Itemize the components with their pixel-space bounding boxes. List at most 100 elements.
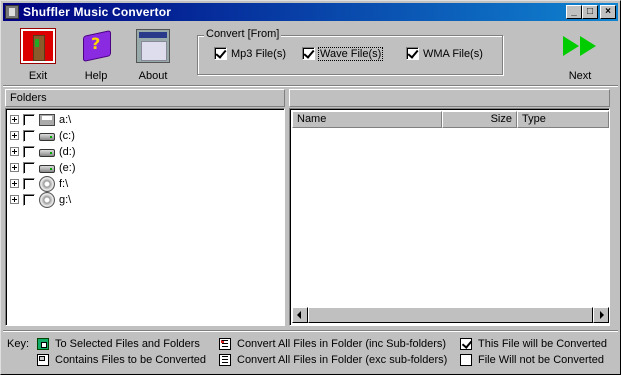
drive-label: g:\ [59,193,72,206]
key-will-not: File Will not be Converted [460,354,604,366]
cd-icon [39,175,55,192]
folders-header: Folders [5,89,285,107]
close-button[interactable]: × [600,5,616,19]
horizontal-scrollbar[interactable] [292,307,609,323]
inc-subfolders-icon [219,338,231,350]
key-selected-label: To Selected Files and Folders [55,338,200,350]
next-label: Next [568,70,592,82]
mp3-label: Mp3 File(s) [231,47,287,60]
drive-label: a:\ [59,113,72,126]
exc-subfolders-icon [219,354,231,366]
minimize-icon: _ [571,6,577,17]
help-label: Help [84,70,108,82]
app-window: Shuffler Music Convertor _ □ × Exit Help… [0,0,621,375]
wave-checkbox[interactable] [302,47,315,60]
tree-checkbox[interactable] [23,177,35,190]
convert-from-legend: Convert [From] [204,28,282,40]
wave-checkbox-row[interactable]: Wave File(s) [302,46,384,61]
tree-checkbox[interactable] [23,161,35,174]
expand-icon[interactable] [10,195,19,204]
floppy-icon [39,113,55,126]
wma-checkbox-row[interactable]: WMA File(s) [406,47,483,60]
contains-marker-icon [37,354,49,366]
selected-marker-icon [37,338,49,350]
double-arrow-right-icon [560,29,600,63]
window-controls: _ □ × [566,5,616,19]
checked-box-icon [460,338,472,350]
column-size[interactable]: Size [442,111,517,128]
hdd-icon [39,164,55,173]
cd-icon [39,191,55,208]
exit-button[interactable]: Exit [13,28,63,82]
drive-label: (e:) [59,161,76,174]
key-exc-sub-label: Convert All Files in Folder (exc sub-fol… [237,354,448,366]
key-selected: To Selected Files and Folders [37,338,200,350]
tree-item-f[interactable]: f:\ [10,175,69,192]
expand-icon[interactable] [10,131,19,140]
key-legend: Key: To Selected Files and Folders Conta… [3,333,618,373]
about-button[interactable]: About [128,29,178,82]
convert-from-group: Convert [From] Mp3 File(s) Wave File(s) … [197,28,503,75]
column-name[interactable]: Name [292,111,442,128]
key-will-label: This File will be Converted [478,338,607,350]
wma-label: WMA File(s) [423,47,483,60]
tree-item-g[interactable]: g:\ [10,191,72,208]
key-inc-sub: Convert All Files in Folder (inc Sub-fol… [219,338,446,350]
expand-icon[interactable] [10,163,19,172]
key-label: Key: [7,338,30,350]
scroll-left-button[interactable] [292,307,308,323]
hdd-icon [39,148,55,157]
drive-label: (d:) [59,145,76,158]
hdd-icon [39,132,55,141]
tree-item-e[interactable]: (e:) [10,160,76,175]
minimize-button[interactable]: _ [566,5,582,19]
wma-checkbox[interactable] [406,47,419,60]
expand-icon[interactable] [10,179,19,188]
toolbar: Exit Help About Convert [From] Mp3 File(… [3,23,618,85]
tree-item-a[interactable]: a:\ [10,112,71,127]
file-list[interactable]: Name Size Type [289,108,610,326]
title-bar[interactable]: Shuffler Music Convertor _ □ × [3,3,618,21]
tree-checkbox[interactable] [23,193,35,206]
expand-icon[interactable] [10,115,19,124]
help-book-icon [79,29,113,63]
folder-tree[interactable]: a:\ (c:) (d:) (e:) f:\ g:\ [5,108,285,326]
folders-header-label: Folders [10,92,47,104]
maximize-icon: □ [586,6,594,17]
column-type[interactable]: Type [517,111,609,128]
column-size-label: Size [490,113,512,125]
key-divider [3,330,618,332]
key-contains-label: Contains Files to be Converted [55,354,207,366]
tree-checkbox[interactable] [23,113,35,126]
window-title: Shuffler Music Convertor [23,5,172,19]
next-button[interactable]: Next [555,29,605,82]
column-name-label: Name [297,113,327,125]
app-icon[interactable] [5,5,19,19]
files-header [289,89,610,107]
tree-checkbox[interactable] [23,145,35,158]
help-button[interactable]: Help [71,29,121,82]
mp3-checkbox-row[interactable]: Mp3 File(s) [214,47,286,60]
scroll-thumb[interactable] [308,307,593,323]
scroll-right-button[interactable] [593,307,609,323]
key-inc-sub-label: Convert All Files in Folder (inc Sub-fol… [237,338,447,350]
toolbar-divider [3,85,618,87]
drive-label: f:\ [59,177,69,190]
mp3-checkbox[interactable] [214,47,227,60]
exit-label: Exit [28,70,48,82]
key-exc-sub: Convert All Files in Folder (exc sub-fol… [219,354,447,366]
tree-item-d[interactable]: (d:) [10,144,76,159]
empty-box-icon [460,354,472,366]
door-exit-icon [20,28,56,64]
tree-item-c[interactable]: (c:) [10,128,75,143]
wave-label: Wave File(s) [317,46,384,61]
key-contains: Contains Files to be Converted [37,354,206,366]
about-label: About [138,70,168,82]
tree-checkbox[interactable] [23,129,35,142]
expand-icon[interactable] [10,147,19,156]
file-list-header: Name Size Type [292,111,609,128]
maximize-button[interactable]: □ [582,5,598,19]
key-will: This File will be Converted [460,338,607,350]
about-window-icon [136,29,170,63]
close-icon: × [605,6,611,17]
